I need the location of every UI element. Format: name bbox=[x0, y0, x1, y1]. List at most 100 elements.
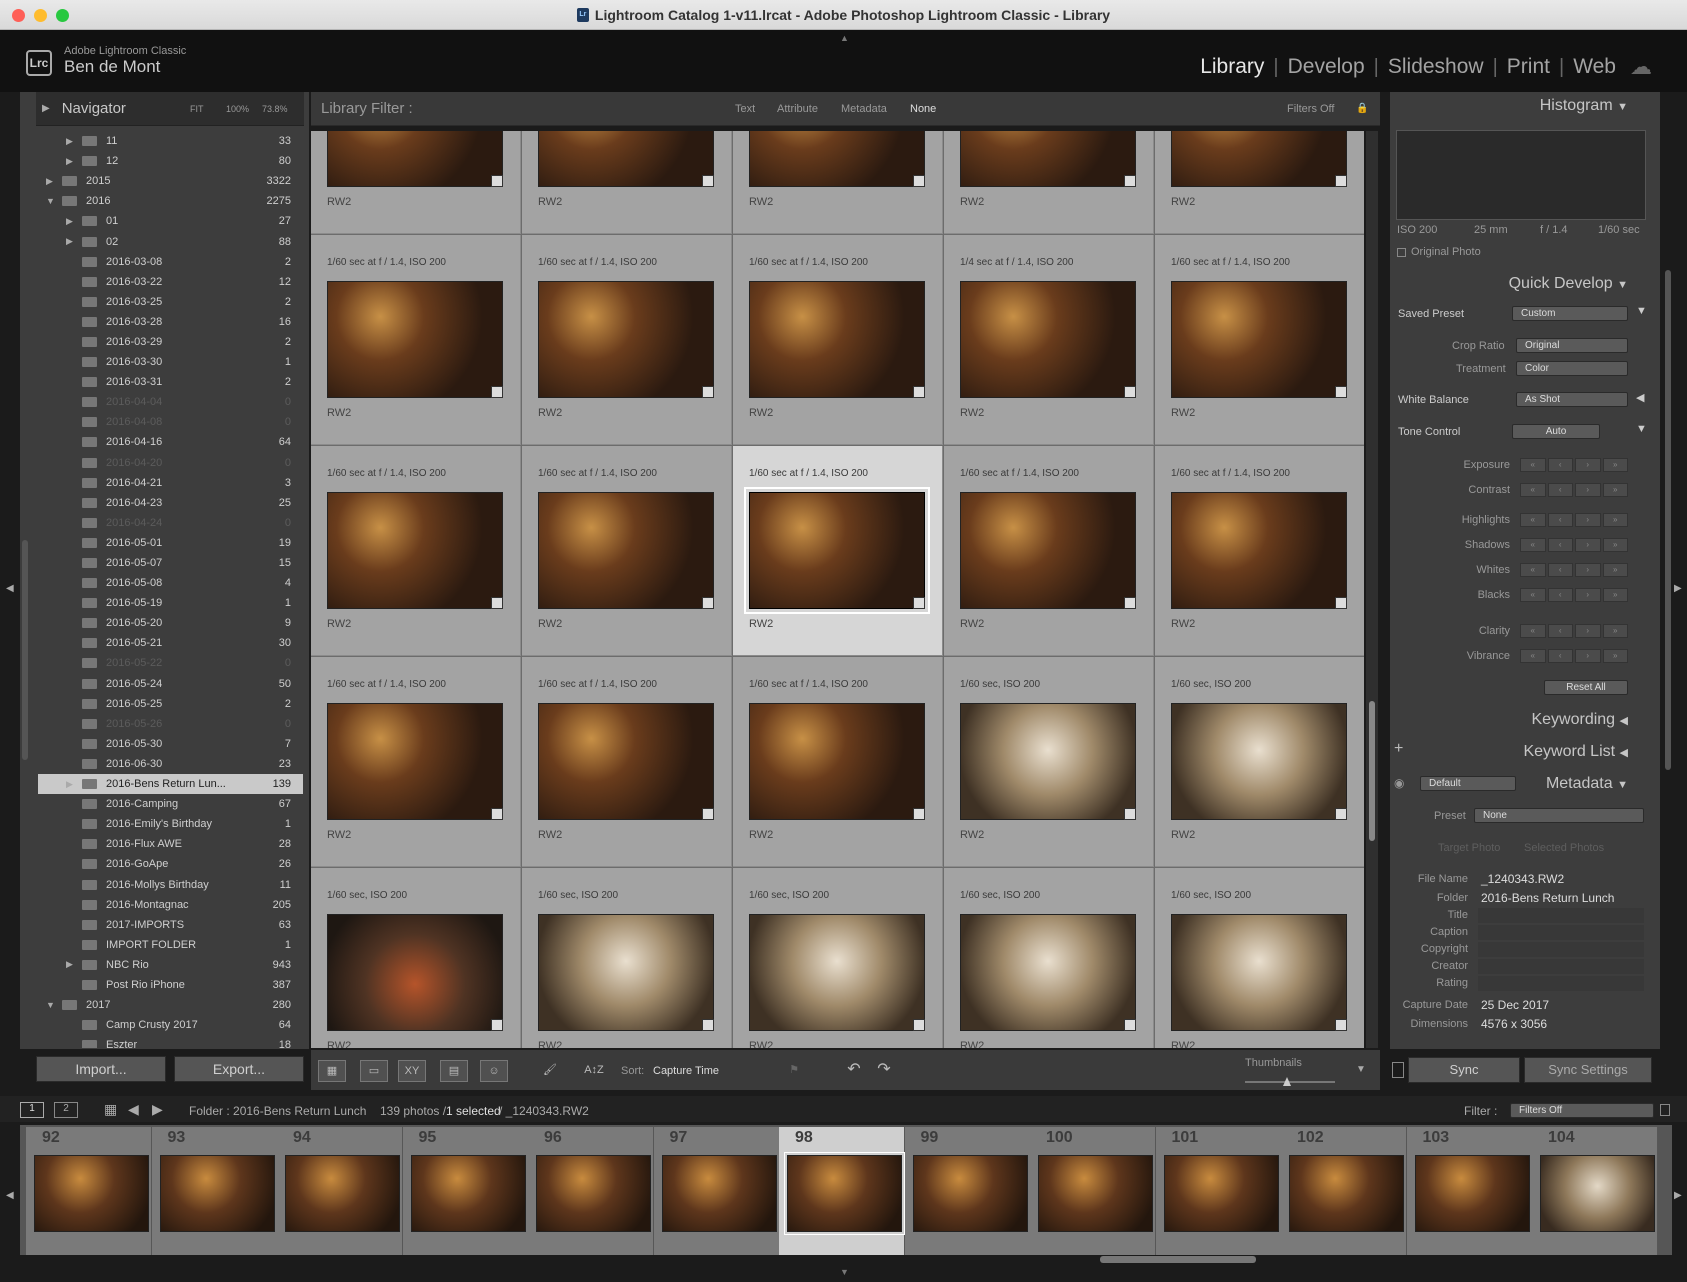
folder-row[interactable]: 2016-03-30 1 bbox=[38, 352, 303, 372]
module-develop[interactable]: Develop bbox=[1288, 55, 1365, 79]
folder-row[interactable]: 2016-04-16 64 bbox=[38, 432, 303, 452]
metadata-copyright-value[interactable] bbox=[1478, 942, 1644, 957]
folder-row[interactable]: 2017-IMPORTS 63 bbox=[38, 915, 303, 935]
photo-cell[interactable]: 1/60 sec at f / 1.4, ISO 200 RW2 bbox=[522, 657, 732, 867]
decrease-more-button[interactable]: « bbox=[1520, 513, 1546, 527]
increase-more-button[interactable]: » bbox=[1602, 458, 1628, 472]
filmstrip-thumbnail[interactable] bbox=[1540, 1155, 1655, 1232]
photo-thumbnail[interactable] bbox=[960, 703, 1136, 820]
cloud-icon[interactable]: ☁ bbox=[1630, 54, 1652, 80]
folder-row[interactable]: 2016-05-24 50 bbox=[38, 674, 303, 694]
decrease-more-button[interactable]: « bbox=[1520, 624, 1546, 638]
forward-arrow-icon[interactable]: ▶ bbox=[152, 1101, 163, 1118]
zoom-custom[interactable]: 73.8% bbox=[262, 104, 288, 114]
photo-thumbnail[interactable] bbox=[960, 281, 1136, 398]
metadata-preset-select[interactable]: None bbox=[1474, 808, 1644, 823]
folder-row[interactable]: ▶ NBC Rio 943 bbox=[38, 955, 303, 975]
filter-none-tab[interactable]: None bbox=[910, 103, 936, 115]
photo-cell[interactable]: 1/60 sec at f / 1.4, ISO 200 RW2 bbox=[311, 446, 521, 656]
folder-row[interactable]: 2016-05-19 1 bbox=[38, 593, 303, 613]
filmstrip-thumbnail[interactable] bbox=[159, 1155, 275, 1232]
folder-row[interactable]: 2016-03-28 16 bbox=[38, 312, 303, 332]
decrease-button[interactable]: ‹ bbox=[1547, 563, 1573, 577]
photo-thumbnail[interactable] bbox=[538, 492, 714, 609]
filmstrip-cell[interactable]: 103 bbox=[1406, 1127, 1533, 1255]
folder-row[interactable]: 2016-05-07 15 bbox=[38, 553, 303, 573]
photo-cell[interactable]: RW2 bbox=[944, 131, 1154, 234]
minimize-window-button[interactable] bbox=[34, 9, 47, 22]
filter-attribute-tab[interactable]: Attribute bbox=[777, 103, 818, 115]
grid-view-icon[interactable]: ▦ bbox=[318, 1060, 346, 1082]
folder-row[interactable]: ▶ 11 33 bbox=[38, 131, 303, 151]
triangle-right-icon[interactable]: ▶ bbox=[66, 156, 73, 167]
folder-row[interactable]: 2016-Camping 67 bbox=[38, 794, 303, 814]
compare-view-icon[interactable]: XY bbox=[398, 1060, 426, 1082]
keyword-list-header[interactable]: Keyword List ◀ bbox=[1390, 738, 1654, 766]
folder-row[interactable]: IMPORT FOLDER 1 bbox=[38, 935, 303, 955]
folder-row[interactable]: 2016-04-23 25 bbox=[38, 493, 303, 513]
folder-row[interactable]: 2016-03-25 2 bbox=[38, 292, 303, 312]
folder-row[interactable]: Post Rio iPhone 387 bbox=[38, 975, 303, 995]
photo-cell[interactable]: 1/60 sec, ISO 200 RW2 bbox=[944, 868, 1154, 1048]
rotate-left-icon[interactable]: ↶ bbox=[840, 1060, 868, 1082]
folder-row[interactable]: 2016-04-20 0 bbox=[38, 453, 303, 473]
folder-row[interactable]: 2016-03-29 2 bbox=[38, 332, 303, 352]
increase-button[interactable]: › bbox=[1575, 513, 1601, 527]
treatment-select[interactable]: Color bbox=[1516, 361, 1628, 376]
decrease-more-button[interactable]: « bbox=[1520, 588, 1546, 602]
increase-button[interactable]: › bbox=[1575, 649, 1601, 663]
metadata-rating-value[interactable] bbox=[1478, 976, 1644, 991]
back-arrow-icon[interactable]: ◀ bbox=[128, 1101, 139, 1118]
folder-row[interactable]: 2016-04-24 0 bbox=[38, 513, 303, 533]
photo-cell[interactable]: 1/60 sec at f / 1.4, ISO 200 RW2 bbox=[311, 235, 521, 445]
right-panel-toggle-icon[interactable]: ▶ bbox=[1674, 583, 1682, 594]
filmstrip-thumbnail[interactable] bbox=[661, 1155, 777, 1232]
thumbnail-size-slider[interactable] bbox=[1245, 1077, 1335, 1086]
filter-preset-select[interactable]: Filters Off bbox=[1287, 103, 1334, 115]
white-balance-expand-icon[interactable]: ◀ bbox=[1636, 391, 1644, 404]
collapse-bottom-icon[interactable]: ▼ bbox=[840, 1267, 849, 1277]
increase-button[interactable]: › bbox=[1575, 588, 1601, 602]
triangle-right-icon[interactable]: ▶ bbox=[66, 959, 73, 970]
folder-row[interactable]: 2016-03-22 12 bbox=[38, 272, 303, 292]
decrease-more-button[interactable]: « bbox=[1520, 649, 1546, 663]
original-photo-checkbox[interactable] bbox=[1397, 248, 1406, 257]
photo-thumbnail[interactable] bbox=[1171, 281, 1347, 398]
metadata-capture-date-value[interactable]: 25 Dec 2017 bbox=[1478, 998, 1644, 1013]
triangle-right-icon[interactable]: ▶ bbox=[66, 236, 73, 247]
filmstrip-cell[interactable]: 93 bbox=[151, 1127, 278, 1255]
filter-text-tab[interactable]: Text bbox=[735, 103, 755, 115]
histogram-header[interactable]: Histogram ▼ bbox=[1390, 92, 1654, 120]
folder-row[interactable]: 2016-05-26 0 bbox=[38, 714, 303, 734]
saved-preset-select[interactable]: Custom bbox=[1512, 306, 1628, 321]
sort-direction-icon[interactable]: A↕Z bbox=[580, 1060, 608, 1082]
decrease-button[interactable]: ‹ bbox=[1547, 588, 1573, 602]
photo-cell[interactable]: RW2 bbox=[311, 131, 521, 234]
people-view-icon[interactable]: ☺ bbox=[480, 1060, 508, 1082]
filmstrip-right-icon[interactable]: ▶ bbox=[1674, 1190, 1682, 1201]
filmstrip-cell[interactable]: 95 bbox=[402, 1127, 529, 1255]
photo-cell[interactable]: 1/60 sec at f / 1.4, ISO 200 RW2 bbox=[1155, 235, 1364, 445]
folder-row[interactable]: 2016-03-08 2 bbox=[38, 252, 303, 272]
increase-button[interactable]: › bbox=[1575, 563, 1601, 577]
photo-thumbnail[interactable] bbox=[327, 131, 503, 187]
photo-cell[interactable]: 1/60 sec, ISO 200 RW2 bbox=[311, 868, 521, 1048]
left-panel-scrollbar[interactable] bbox=[22, 540, 28, 760]
filmstrip-cell[interactable]: 94 bbox=[277, 1127, 403, 1255]
folder-path[interactable]: Folder : 2016-Bens Return Lunch bbox=[189, 1104, 366, 1118]
zoom-100[interactable]: 100% bbox=[226, 104, 249, 114]
left-panel-toggle-icon[interactable]: ◀ bbox=[6, 583, 14, 594]
triangle-down-icon[interactable]: ▼ bbox=[46, 1000, 55, 1010]
photo-thumbnail[interactable] bbox=[1171, 703, 1347, 820]
increase-more-button[interactable]: » bbox=[1602, 588, 1628, 602]
increase-button[interactable]: › bbox=[1575, 458, 1601, 472]
crop-ratio-select[interactable]: Original bbox=[1516, 338, 1628, 353]
photo-thumbnail[interactable] bbox=[538, 281, 714, 398]
photo-cell[interactable]: 1/60 sec, ISO 200 RW2 bbox=[1155, 657, 1364, 867]
triangle-right-icon[interactable]: ▶ bbox=[66, 779, 73, 790]
decrease-button[interactable]: ‹ bbox=[1547, 649, 1573, 663]
filmstrip-left-icon[interactable]: ◀ bbox=[6, 1190, 14, 1201]
increase-more-button[interactable]: » bbox=[1602, 538, 1628, 552]
decrease-button[interactable]: ‹ bbox=[1547, 458, 1573, 472]
decrease-button[interactable]: ‹ bbox=[1547, 483, 1573, 497]
